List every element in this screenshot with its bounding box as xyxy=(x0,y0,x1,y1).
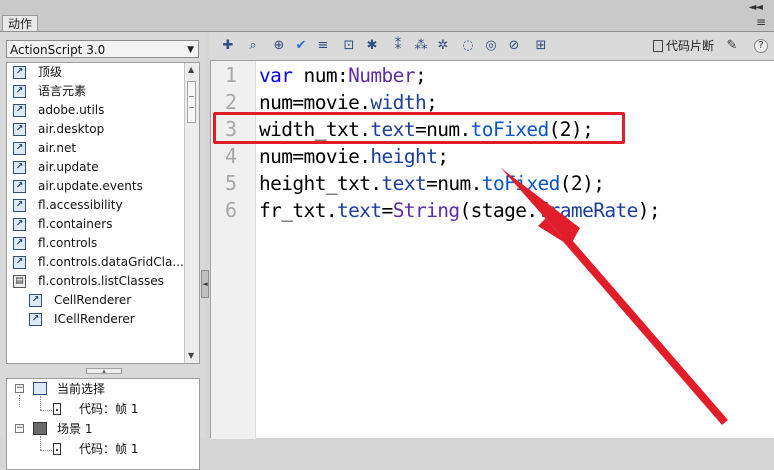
navigator-item-frame[interactable]: 代码：帧 1 xyxy=(7,439,197,459)
annotation-arrow xyxy=(501,168,728,425)
code-frame-icon xyxy=(53,443,61,455)
navigator-label: 代码：帧 1 xyxy=(79,442,139,456)
